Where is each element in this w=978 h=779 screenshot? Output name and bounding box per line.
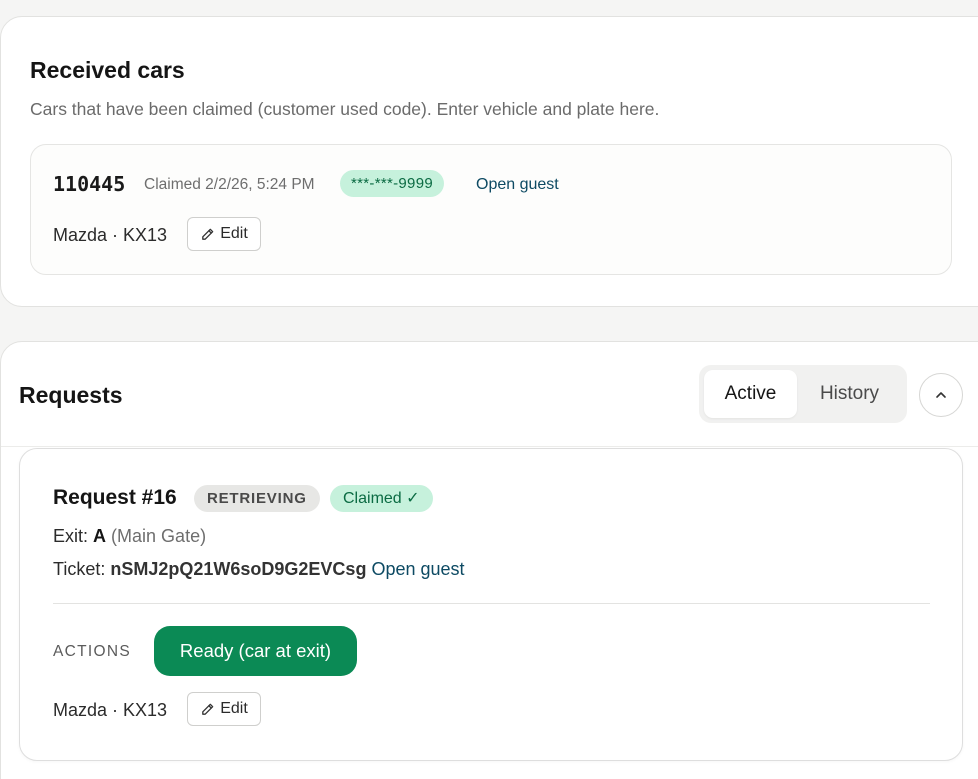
- ticket-value: nSMJ2pQ21W6soD9G2EVCsg: [110, 559, 367, 579]
- edit-vehicle-button[interactable]: Edit: [187, 692, 261, 726]
- tab-history[interactable]: History: [797, 370, 902, 418]
- car-code: 110445: [53, 172, 126, 196]
- ticket-label: Ticket:: [53, 559, 106, 579]
- pencil-icon: [202, 703, 214, 715]
- requests-panel: Requests Active History Request #16 RETR…: [0, 341, 978, 779]
- exit-detail: (Main Gate): [111, 526, 207, 546]
- car-vehicle-plate: Mazda · KX13: [53, 225, 168, 245]
- edit-vehicle-button[interactable]: Edit: [187, 217, 261, 251]
- received-cars-subtitle: Cars that have been claimed (customer us…: [30, 99, 660, 119]
- tab-active[interactable]: Active: [704, 370, 797, 418]
- phone-badge: ***-***-9999: [340, 170, 444, 197]
- actions-label: ACTIONS: [53, 643, 131, 660]
- ready-button[interactable]: Ready (car at exit): [154, 626, 357, 676]
- exit-value: A: [93, 526, 107, 546]
- edit-label: Edit: [220, 700, 248, 717]
- received-car-card: 110445 Claimed 2/2/26, 5:24 PM ***-***-9…: [30, 144, 952, 275]
- received-cars-panel: Received cars Cars that have been claime…: [0, 16, 978, 307]
- exit-label: Exit:: [53, 526, 89, 546]
- pencil-icon: [202, 228, 214, 240]
- open-guest-link[interactable]: Open guest: [371, 559, 464, 579]
- edit-label: Edit: [220, 225, 248, 242]
- car-claimed-time: Claimed 2/2/26, 5:24 PM: [144, 176, 315, 193]
- request-title: Request #16: [53, 486, 177, 509]
- card-divider: [53, 603, 930, 604]
- open-guest-link[interactable]: Open guest: [476, 176, 559, 194]
- request-vehicle-plate: Mazda · KX13: [53, 700, 168, 720]
- chevron-up-icon: [936, 392, 946, 398]
- requests-title: Requests: [19, 382, 123, 408]
- request-card: Request #16 RETRIEVING Claimed ✓ Exit: A…: [19, 448, 963, 761]
- ticket-line: Ticket: nSMJ2pQ21W6soD9G2EVCsg Open gues…: [53, 559, 465, 580]
- collapse-button[interactable]: [919, 373, 963, 417]
- claimed-badge: Claimed ✓: [330, 485, 433, 512]
- received-cars-title: Received cars: [30, 57, 185, 83]
- status-badge: RETRIEVING: [194, 485, 320, 512]
- requests-divider: [1, 446, 978, 447]
- requests-tabs: Active History: [699, 365, 907, 423]
- exit-line: Exit: A (Main Gate): [53, 526, 206, 547]
